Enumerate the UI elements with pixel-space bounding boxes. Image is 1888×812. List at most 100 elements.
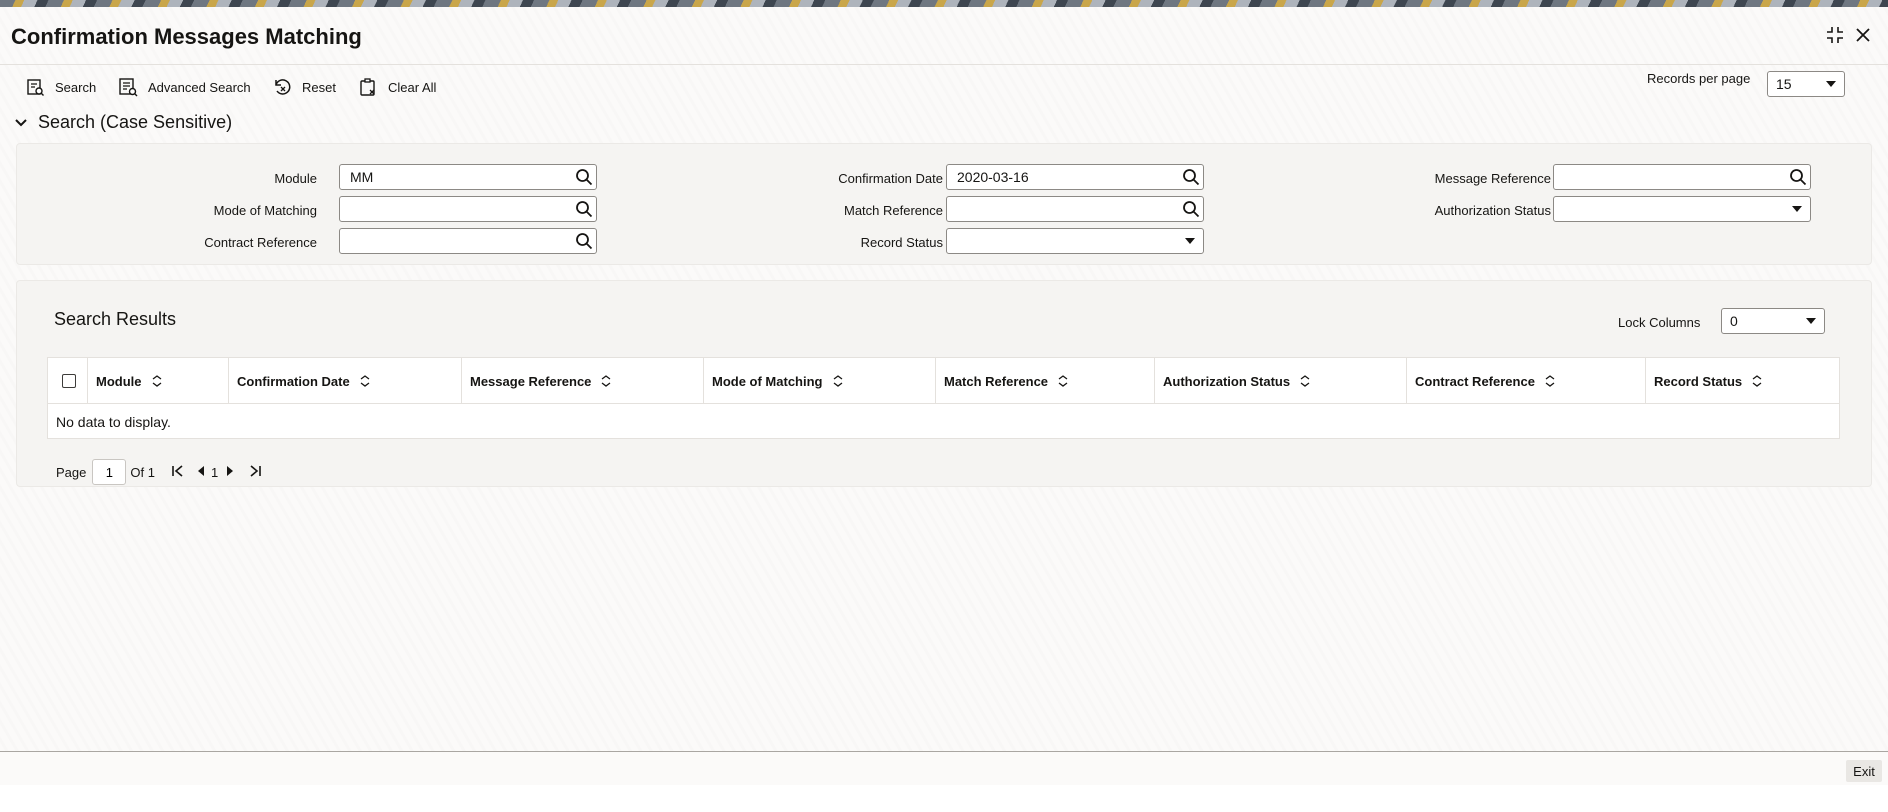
current-page-number: 1 (210, 464, 219, 480)
column-label: Match Reference (944, 373, 1049, 389)
page-number-input[interactable] (92, 459, 127, 485)
column-label: Record Status (1654, 373, 1743, 389)
record-status-select[interactable] (946, 228, 1204, 254)
page-of-label: Of 1 (130, 464, 155, 480)
match-reference-input[interactable] (946, 196, 1204, 222)
advanced-search-icon (119, 78, 138, 97)
search-criteria-panel: Module Mode of Matching Contract Referen… (16, 143, 1872, 265)
message-reference-label: Message Reference (1434, 171, 1551, 186)
page-title: Confirmation Messages Matching (11, 24, 362, 49)
match-reference-field-wrap (946, 196, 1204, 222)
column-header-confirmation-date[interactable]: Confirmation Date (228, 358, 461, 404)
column-label: Message Reference (470, 373, 592, 389)
chevron-down-icon (1792, 206, 1802, 212)
module-field-wrap (339, 164, 597, 190)
first-page-icon[interactable] (171, 464, 185, 481)
column-label: Module (96, 373, 142, 389)
lock-columns-label: Lock Columns (1618, 315, 1701, 330)
mode-of-matching-label: Mode of Matching (213, 203, 317, 218)
search-section-title: Search (Case Sensitive) (38, 112, 233, 132)
previous-page-icon[interactable] (197, 465, 205, 480)
maximize-icon[interactable] (1823, 23, 1847, 47)
match-reference-label: Match Reference (844, 203, 943, 218)
column-label: Mode of Matching (712, 373, 823, 389)
records-per-page-label: Records per page (1647, 71, 1751, 86)
lock-columns-select[interactable]: 0 (1721, 308, 1825, 334)
clear-all-label: Clear All (388, 79, 437, 95)
module-input[interactable] (339, 164, 597, 190)
confirmation-date-label: Confirmation Date (838, 171, 943, 186)
search-icon[interactable] (1180, 198, 1202, 220)
sort-icon[interactable] (833, 375, 843, 387)
search-button[interactable]: Search (25, 75, 96, 99)
authorization-status-select[interactable] (1553, 196, 1811, 222)
sort-icon[interactable] (360, 375, 370, 387)
pagination: Page Of 1 1 (56, 459, 262, 485)
message-reference-field-wrap (1553, 164, 1811, 190)
contract-reference-field-wrap (339, 228, 597, 254)
next-page-icon[interactable] (226, 465, 234, 480)
search-icon[interactable] (573, 198, 595, 220)
search-icon[interactable] (1787, 166, 1809, 188)
search-results-title: Search Results (54, 309, 177, 329)
lock-columns-value: 0 (1730, 313, 1738, 329)
column-header-mode-of-matching[interactable]: Mode of Matching (703, 358, 935, 404)
chevron-down-icon (1806, 318, 1816, 324)
header-banner (0, 0, 1888, 7)
reset-label: Reset (302, 79, 336, 95)
records-per-page-select[interactable]: 15 (1767, 71, 1845, 97)
column-header-contract-reference[interactable]: Contract Reference (1406, 358, 1645, 404)
select-all-checkbox[interactable] (62, 374, 76, 388)
page-label: Page (56, 464, 87, 480)
chevron-down-icon (15, 118, 27, 126)
no-data-message: No data to display. (56, 414, 171, 430)
search-icon[interactable] (1180, 166, 1202, 188)
reset-button[interactable]: Reset (272, 75, 336, 99)
column-header-match-reference[interactable]: Match Reference (935, 358, 1154, 404)
close-icon[interactable] (1851, 23, 1875, 47)
title-bar: Confirmation Messages Matching (0, 7, 1888, 59)
column-header-message-reference[interactable]: Message Reference (461, 358, 703, 404)
sort-icon[interactable] (601, 375, 611, 387)
clear-all-button[interactable]: Clear All (358, 75, 436, 99)
last-page-icon[interactable] (248, 464, 262, 481)
column-header-authorization-status[interactable]: Authorization Status (1154, 358, 1406, 404)
sort-icon[interactable] (152, 375, 162, 387)
exit-button[interactable]: Exit (1846, 760, 1882, 782)
confirmation-date-input[interactable] (946, 164, 1204, 190)
search-button-label: Search (55, 79, 97, 95)
column-header-record-status[interactable]: Record Status (1645, 358, 1839, 404)
advanced-search-button[interactable]: Advanced Search (118, 75, 251, 99)
advanced-search-label: Advanced Search (148, 79, 251, 95)
message-reference-input[interactable] (1553, 164, 1811, 190)
mode-of-matching-field-wrap (339, 196, 597, 222)
record-status-label: Record Status (860, 235, 943, 250)
authorization-status-label: Authorization Status (1434, 203, 1551, 218)
mode-of-matching-input[interactable] (339, 196, 597, 222)
column-label: Authorization Status (1163, 373, 1291, 389)
results-table: Module Confirmation Date Message Referen… (47, 357, 1840, 439)
contract-reference-label: Contract Reference (204, 235, 317, 250)
chevron-down-icon (1826, 81, 1836, 87)
search-icon[interactable] (573, 166, 595, 188)
contract-reference-input[interactable] (339, 228, 597, 254)
sort-icon[interactable] (1545, 375, 1555, 387)
sort-icon[interactable] (1058, 375, 1068, 387)
sort-icon[interactable] (1752, 375, 1762, 387)
footer-bar: Exit (0, 751, 1888, 785)
search-icon[interactable] (573, 230, 595, 252)
column-label: Contract Reference (1415, 373, 1535, 389)
column-label: Confirmation Date (237, 373, 350, 389)
sort-icon[interactable] (1300, 375, 1310, 387)
clipboard-clear-icon (360, 78, 375, 96)
confirmation-date-field-wrap (946, 164, 1204, 190)
module-label: Module (274, 171, 317, 186)
results-table-header: Module Confirmation Date Message Referen… (48, 358, 1839, 404)
window: Confirmation Messages Matching Search Ad… (0, 7, 1888, 785)
toolbar: Search Advanced Search Reset Clear All (0, 64, 1888, 104)
search-section-toggle[interactable]: Search (Case Sensitive) (14, 112, 232, 133)
records-per-page-value: 15 (1776, 76, 1792, 92)
chevron-down-icon (1185, 238, 1195, 244)
reset-icon (275, 79, 291, 95)
search-doc-icon (27, 79, 44, 96)
